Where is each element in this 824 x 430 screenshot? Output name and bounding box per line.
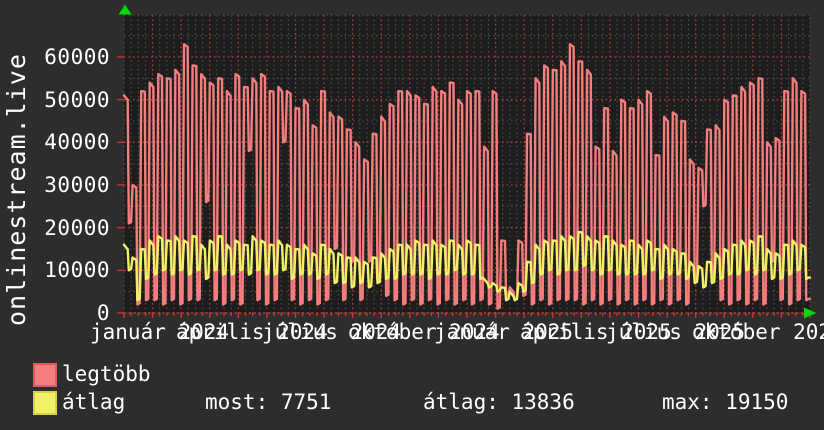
legend-swatch-legtobb bbox=[33, 363, 57, 387]
y-tick-label: 50000 bbox=[44, 87, 110, 112]
x-tick-label: október 2025 bbox=[692, 320, 824, 344]
stat-atlag: átlag: 13836 bbox=[423, 390, 575, 414]
legend-label: átlag bbox=[62, 390, 126, 414]
y-tick-label: 20000 bbox=[44, 215, 110, 240]
stat-max: max: 19150 bbox=[662, 390, 789, 414]
y-tick-label: 40000 bbox=[44, 130, 110, 155]
y-axis-arrow-up-icon bbox=[118, 4, 132, 15]
legend-label: legtöbb bbox=[62, 362, 151, 386]
monitoring-graph: onlinestream.live 60000 50000 40000 30000 20… bbox=[0, 0, 824, 430]
stat-most: most: 7751 bbox=[205, 390, 332, 414]
y-tick-label: 30000 bbox=[44, 172, 110, 197]
y-tick-label: 10000 bbox=[44, 258, 110, 283]
y-tick-label: 60000 bbox=[44, 44, 110, 69]
legend-swatch-atlag bbox=[33, 391, 57, 415]
